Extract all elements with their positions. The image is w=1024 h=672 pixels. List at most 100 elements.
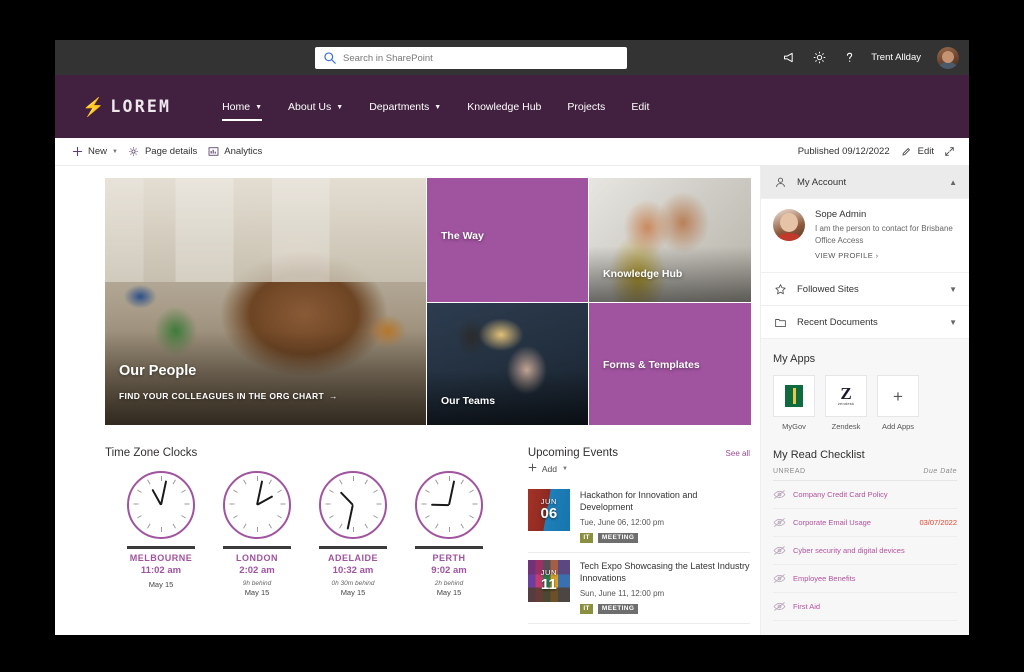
- app-mygov[interactable]: MyGov: [773, 375, 815, 431]
- avatar[interactable]: [937, 46, 959, 69]
- rail-item-followed-sites[interactable]: Followed Sites ▼: [761, 273, 969, 307]
- hero-tile-our-teams[interactable]: Our Teams: [427, 303, 588, 425]
- events-title: Upcoming Events: [527, 447, 618, 459]
- nav-item-projects[interactable]: Projects: [554, 95, 618, 119]
- rail-item-label: Followed Sites: [797, 283, 859, 295]
- column-header-due-date: Due Date: [923, 468, 957, 476]
- gear-icon[interactable]: [811, 50, 827, 66]
- event-date-thumbnail: JUN 06: [527, 489, 570, 531]
- hero-tile-knowledge-hub[interactable]: Knowledge Hub: [589, 178, 751, 302]
- clock-tick: [172, 523, 176, 529]
- bolt-icon: ⚡: [82, 96, 105, 117]
- edit-label: Edit: [917, 146, 934, 157]
- clock-tick: [376, 503, 381, 505]
- apps-grid: MyGov Zzendesk Zendesk + Add Apps: [773, 375, 957, 431]
- clock-offset: 9h behind: [242, 579, 272, 587]
- page-details-button[interactable]: Page details: [126, 144, 205, 160]
- eye-off-icon: [773, 489, 788, 500]
- clock-melbourne: MELBOURNE 11:02 am May 15: [113, 471, 209, 597]
- search-icon: [323, 51, 337, 65]
- clock-tick: [364, 523, 368, 529]
- site-navigation: ⚡ LOREM Home ▼ About Us ▼ Departments ▼ …: [55, 75, 969, 138]
- new-label: New: [88, 146, 108, 157]
- see-all-link[interactable]: See all: [726, 449, 750, 458]
- nav-item-home[interactable]: Home ▼: [209, 95, 275, 121]
- app-label: Zendesk: [831, 422, 861, 432]
- folder-icon: [773, 315, 787, 329]
- app-zendesk[interactable]: Zzendesk Zendesk: [825, 375, 867, 431]
- nav-item-departments[interactable]: Departments ▼: [356, 95, 454, 119]
- megaphone-icon[interactable]: [781, 50, 797, 66]
- nav-item-label: Projects: [567, 100, 606, 113]
- org-chart-cta-label: FIND YOUR COLLEAGUES IN THE ORG CHART: [119, 391, 324, 401]
- events-header: Upcoming Events See all: [528, 447, 750, 461]
- event-item[interactable]: JUN 11 Tech Expo Showcasing the Latest Ind…: [527, 553, 750, 624]
- checklist-item[interactable]: Corporate Email Usage 03/07/2022: [773, 509, 957, 538]
- command-bar-right: Published 09/12/2022 Edit: [798, 144, 955, 160]
- clock-tick: [256, 527, 258, 532]
- eye-off-icon: [773, 545, 788, 556]
- clock-tick: [172, 479, 176, 485]
- analytics-button[interactable]: Analytics: [205, 144, 270, 160]
- upcoming-events-web-part: Upcoming Events See all Add ▼ JUN 06 Hac…: [527, 447, 750, 624]
- app-add-apps[interactable]: + Add Apps: [877, 375, 919, 431]
- checklist-item[interactable]: Employee Benefits: [773, 565, 957, 594]
- add-label: Add: [541, 463, 557, 474]
- view-profile-link[interactable]: VIEW PROFILE ›: [815, 251, 957, 260]
- search-input[interactable]: [343, 52, 619, 64]
- expand-icon[interactable]: [943, 146, 955, 158]
- chevron-down-icon: ▼: [561, 465, 568, 472]
- rail-item-recent-documents[interactable]: Recent Documents ▼: [761, 306, 969, 340]
- site-logo[interactable]: ⚡ LOREM: [82, 97, 171, 116]
- clock-tick: [460, 523, 464, 529]
- event-tags: IT MEETING: [579, 532, 750, 543]
- nav-item-edit[interactable]: Edit: [618, 95, 662, 119]
- checklist-item[interactable]: Company Credit Card Policy: [773, 481, 957, 510]
- rail-item-label: My Account: [797, 176, 847, 188]
- checklist-item-name: First Aid: [793, 602, 821, 612]
- clock-time: 11:02 am: [140, 564, 182, 576]
- clock-tick: [180, 489, 186, 493]
- clock-tick: [242, 523, 246, 529]
- published-status: Published 09/12/2022: [797, 146, 890, 157]
- nav-item-knowledge-hub[interactable]: Knowledge Hub: [454, 95, 554, 119]
- clock-divider: [127, 546, 195, 549]
- clock-tick: [468, 489, 474, 493]
- clock-tick: [276, 489, 282, 493]
- clock-city: PERTH: [432, 552, 466, 563]
- hero-tile-label: Our Teams: [441, 395, 496, 407]
- help-icon[interactable]: [841, 50, 857, 66]
- rail-item-my-account[interactable]: My Account ▲: [761, 166, 969, 199]
- checklist-item-due-date: 03/07/2022: [919, 518, 957, 528]
- search-box[interactable]: [315, 47, 627, 69]
- checklist-title: My Read Checklist: [773, 449, 865, 462]
- clock-date: May 15: [244, 587, 270, 597]
- clock-city: LONDON: [236, 552, 278, 563]
- event-item[interactable]: JUN 06 Hackathon for Innovation and Develo…: [527, 482, 750, 553]
- event-tag: MEETING: [598, 603, 638, 614]
- event-datetime: Sun, June 11, 12:00 pm: [579, 588, 665, 598]
- clock-tick: [448, 476, 450, 481]
- browser-screen: Trent Allday ⚡ LOREM Home ▼ About Us ▼: [55, 40, 969, 635]
- checklist-item-name: Corporate Email Usage: [793, 518, 871, 528]
- chevron-down-icon: ▼: [434, 104, 442, 111]
- new-button[interactable]: New ▼: [69, 144, 126, 160]
- clock-tick: [352, 527, 354, 532]
- gear-icon: [128, 146, 140, 158]
- event-title: Tech Expo Showcasing the Latest Industry…: [579, 560, 750, 584]
- add-event-button[interactable]: Add ▼: [528, 463, 750, 474]
- hero-tile-our-people[interactable]: Our People FIND YOUR COLLEAGUES IN THE O…: [105, 178, 426, 425]
- checklist-item[interactable]: Cyber security and digital devices: [773, 537, 957, 566]
- chevron-down-icon: ▼: [949, 317, 957, 327]
- chevron-right-icon: ›: [875, 251, 879, 261]
- edit-button[interactable]: Edit: [899, 144, 934, 160]
- checklist-item[interactable]: First Aid: [773, 593, 957, 622]
- clock-minute-hand: [448, 480, 456, 506]
- clock-perth: PERTH 9:02 am 2h behind May 15: [401, 471, 497, 597]
- clock-date: May 15: [436, 587, 462, 597]
- brand-name: LOREM: [110, 97, 172, 116]
- org-chart-cta[interactable]: FIND YOUR COLLEAGUES IN THE ORG CHART →: [119, 391, 338, 401]
- hero-tile-the-way[interactable]: The Way: [427, 178, 588, 302]
- hero-tile-forms-templates[interactable]: Forms & Templates: [589, 303, 751, 425]
- nav-item-about-us[interactable]: About Us ▼: [275, 95, 356, 119]
